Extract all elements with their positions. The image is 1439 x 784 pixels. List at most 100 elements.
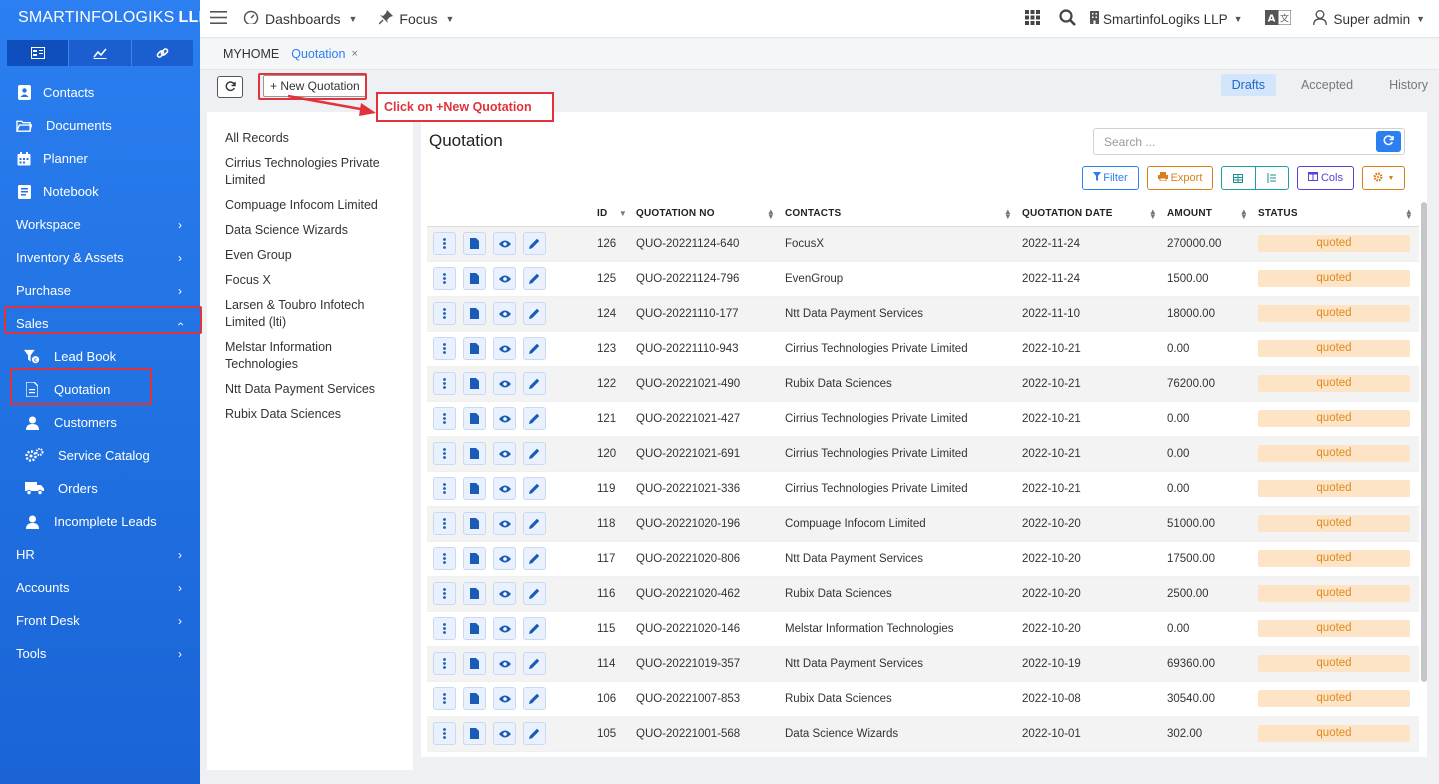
filter-item[interactable]: Larsen & Toubro Infotech Limited (lti) [225,297,395,331]
sidebar-item-tools[interactable]: Tools › [0,637,200,670]
edit-button[interactable] [523,477,546,500]
sidebar-item-contacts[interactable]: Contacts [0,76,200,109]
table-row[interactable]: 122 QUO-20221021-490 Rubix Data Sciences 20… [427,366,1419,402]
sidebar-item-service-catalog[interactable]: Service Catalog [0,439,200,472]
sidebar-item-lead-book[interactable]: € Lead Book [0,340,200,373]
sidebar-item-notebook[interactable]: Notebook [0,175,200,208]
sidebar-item-quotation[interactable]: Quotation [0,373,200,406]
preview-button[interactable] [493,582,516,605]
column-header-amount[interactable]: AMOUNT ▲ ▼ [1163,202,1254,227]
more-options-button[interactable] [433,442,456,465]
filter-button[interactable]: Filter [1082,166,1139,190]
sidebar-item-front-desk[interactable]: Front Desk › [0,604,200,637]
filter-item[interactable]: Ntt Data Payment Services [225,381,395,398]
edit-button[interactable] [523,442,546,465]
dashboards-menu[interactable]: Dashboards ▼ [243,10,357,27]
column-header-quotation-date[interactable]: QUOTATION DATE ▲ ▼ [1018,202,1163,227]
column-header-quotation-no[interactable]: QUOTATION NO ▲ ▼ [632,202,781,227]
sidebar-item-workspace[interactable]: Workspace › [0,208,200,241]
filter-item[interactable]: All Records [225,130,395,147]
more-options-button[interactable] [433,547,456,570]
tab-history[interactable]: History [1378,74,1439,96]
filter-item[interactable]: Even Group [225,247,395,264]
sidebar-item-orders[interactable]: Orders [0,472,200,505]
refresh-button[interactable] [217,76,243,98]
table-row[interactable]: 106 QUO-20221007-853 Rubix Data Sciences 20… [427,681,1419,717]
filter-item[interactable]: Rubix Data Sciences [225,406,395,423]
preview-button[interactable] [493,547,516,570]
view-document-button[interactable] [463,547,486,570]
table-row[interactable]: 123 QUO-20221110-943 Cirrius Technologies … [427,331,1419,367]
more-options-button[interactable] [433,267,456,290]
view-document-button[interactable] [463,617,486,640]
table-row[interactable]: 125 QUO-20221124-796 EvenGroup 2022-11-24 15… [427,261,1419,297]
columns-button[interactable]: Cols [1297,166,1354,190]
view-document-button[interactable] [463,267,486,290]
more-options-button[interactable] [433,372,456,395]
table-row[interactable]: 120 QUO-20221021-691 Cirrius Technologies … [427,436,1419,472]
view-document-button[interactable] [463,407,486,430]
chart-tab-icon[interactable] [69,40,132,66]
preview-button[interactable] [493,232,516,255]
more-options-button[interactable] [433,722,456,745]
table-row[interactable]: 115 QUO-20221020-146 Melstar Information T… [427,611,1419,647]
filter-item[interactable]: Cirrius Technologies Private Limited [225,155,395,189]
translate-icon[interactable]: A文 [1264,9,1292,28]
apps-grid-icon[interactable] [1025,10,1041,28]
view-document-button[interactable] [463,232,486,255]
company-selector[interactable]: SmartinfoLogiks LLP ▼ [1090,11,1243,27]
more-options-button[interactable] [433,477,456,500]
view-document-button[interactable] [463,302,486,325]
table-view-icon[interactable] [1222,167,1256,189]
table-row[interactable]: 117 QUO-20221020-806 Ntt Data Payment Serv… [427,541,1419,577]
hamburger-menu-icon[interactable] [210,10,227,27]
breadcrumb-home[interactable]: MYHOME [223,47,279,61]
preview-button[interactable] [493,267,516,290]
edit-button[interactable] [523,582,546,605]
user-menu[interactable]: Super admin ▼ [1312,10,1425,28]
sidebar-item-sales[interactable]: Sales › [0,307,200,340]
edit-button[interactable] [523,302,546,325]
preview-button[interactable] [493,372,516,395]
preview-button[interactable] [493,302,516,325]
search-refresh-button[interactable] [1376,131,1401,152]
table-row[interactable]: 121 QUO-20221021-427 Cirrius Technologies … [427,401,1419,437]
more-options-button[interactable] [433,232,456,255]
edit-button[interactable] [523,372,546,395]
close-tab-icon[interactable]: × [351,48,357,60]
tab-accepted[interactable]: Accepted [1290,74,1364,96]
table-row[interactable]: 118 QUO-20221020-196 Compuage Infocom Limi… [427,506,1419,542]
filter-item[interactable]: Compuage Infocom Limited [225,197,395,214]
edit-button[interactable] [523,337,546,360]
sidebar-item-customers[interactable]: Customers [0,406,200,439]
column-header-id[interactable]: ID ▼ [593,202,632,227]
more-options-button[interactable] [433,512,456,535]
edit-button[interactable] [523,232,546,255]
edit-button[interactable] [523,687,546,710]
preview-button[interactable] [493,512,516,535]
more-options-button[interactable] [433,407,456,430]
search-input[interactable] [1094,129,1376,154]
view-document-button[interactable] [463,337,486,360]
sidebar-item-hr[interactable]: HR › [0,538,200,571]
preview-button[interactable] [493,477,516,500]
table-row[interactable]: 126 QUO-20221124-640 FocusX 2022-11-24 27000… [427,226,1419,262]
export-button[interactable]: Export [1147,166,1213,190]
view-document-button[interactable] [463,687,486,710]
more-options-button[interactable] [433,302,456,325]
sidebar-item-documents[interactable]: Documents [0,109,200,142]
view-document-button[interactable] [463,652,486,675]
focus-menu[interactable]: Focus ▼ [378,9,454,28]
settings-dropdown-button[interactable]: ▼ [1362,166,1405,190]
view-document-button[interactable] [463,372,486,395]
edit-button[interactable] [523,512,546,535]
sidebar-item-planner[interactable]: Planner [0,142,200,175]
preview-button[interactable] [493,442,516,465]
menu-tab-icon[interactable] [7,40,70,66]
table-row[interactable]: 105 QUO-20221001-568 Data Science Wizards 2… [427,716,1419,752]
view-document-button[interactable] [463,582,486,605]
preview-button[interactable] [493,337,516,360]
preview-button[interactable] [493,617,516,640]
sidebar-item-inventory[interactable]: Inventory & Assets › [0,241,200,274]
preview-button[interactable] [493,722,516,745]
